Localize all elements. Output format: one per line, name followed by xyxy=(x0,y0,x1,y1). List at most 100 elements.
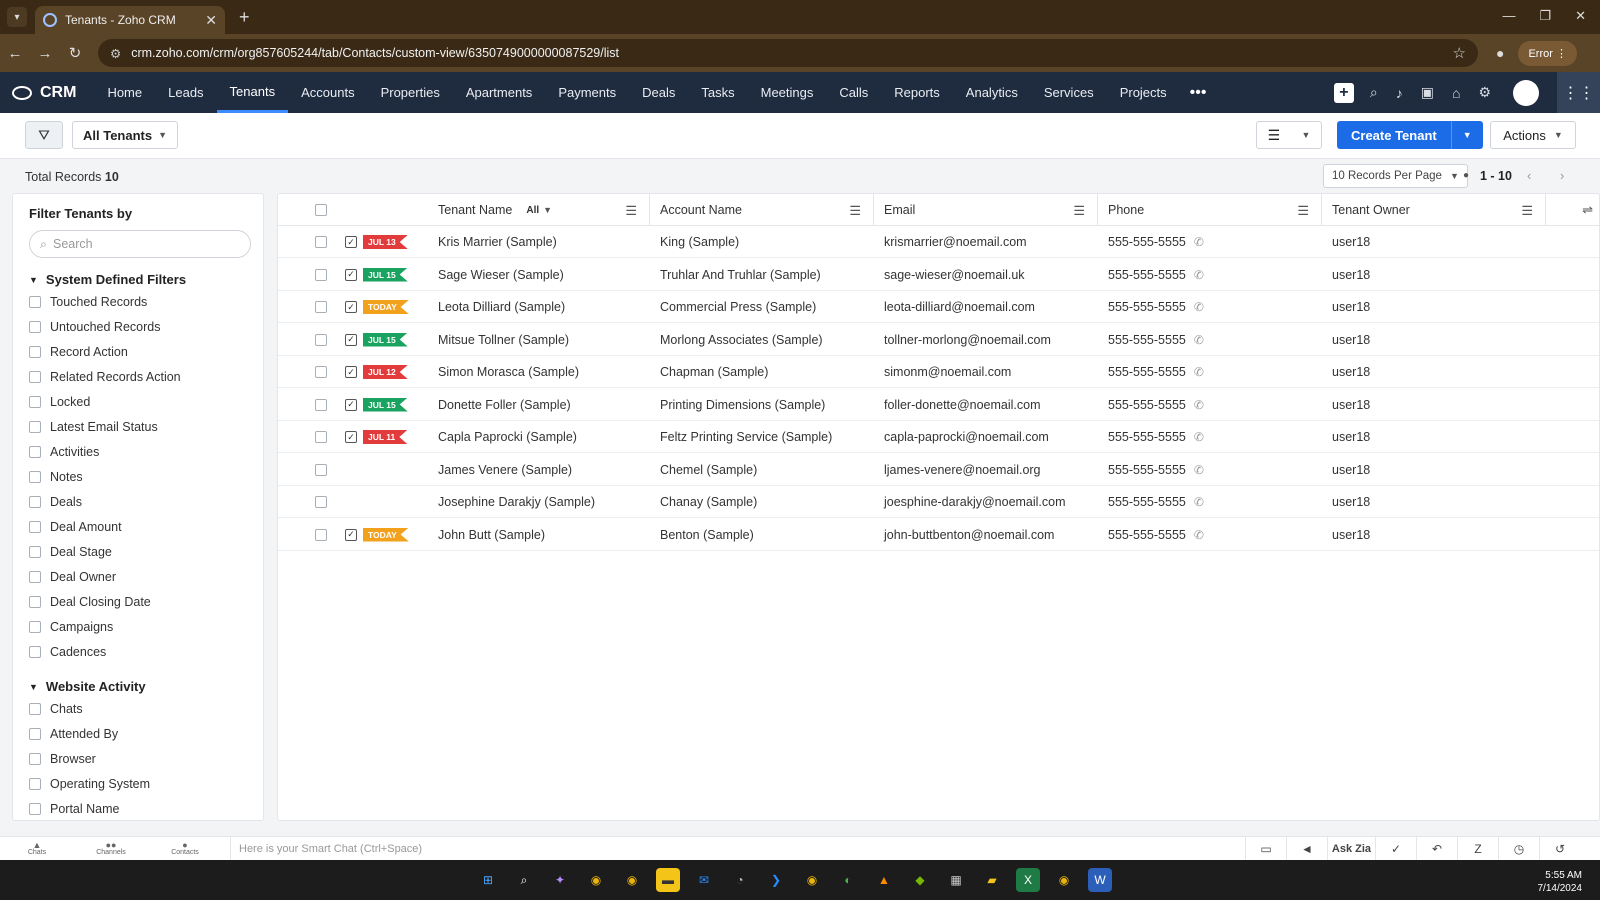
phone-call-icon[interactable]: ✆ xyxy=(1194,235,1204,249)
tenant-name-link[interactable]: Josephine Darakjy (Sample) xyxy=(438,486,595,518)
checkbox[interactable] xyxy=(29,296,41,308)
chat-tab-channels[interactable]: ●● Channels xyxy=(74,840,148,857)
announcement-icon[interactable]: ◄ xyxy=(1286,836,1327,861)
tenant-name-link[interactable]: Leota Dilliard (Sample) xyxy=(438,291,565,323)
phone-number[interactable]: 555-555-5555 xyxy=(1108,430,1186,444)
profile-icon[interactable]: ● xyxy=(1496,45,1504,61)
checkbox[interactable] xyxy=(29,646,41,658)
nav-analytics[interactable]: Analytics xyxy=(953,72,1031,113)
custom-view-select[interactable]: All Tenants ▼ xyxy=(72,121,179,149)
nav-deals[interactable]: Deals xyxy=(629,72,688,113)
phone-call-icon[interactable]: ✆ xyxy=(1194,528,1204,542)
filter-related-records-action[interactable]: Related Records Action xyxy=(29,370,181,384)
filter-operating-system[interactable]: Operating System xyxy=(29,777,150,791)
calendar-icon[interactable]: ▣ xyxy=(1421,84,1434,101)
email-link[interactable]: john-buttbenton@noemail.com xyxy=(884,519,1054,551)
create-tenant-button[interactable]: Create Tenant xyxy=(1337,121,1451,149)
nav-calls[interactable]: Calls xyxy=(826,72,881,113)
row-checkbox[interactable] xyxy=(315,463,327,476)
nav-home[interactable]: Home xyxy=(94,72,155,113)
photos-icon[interactable]: ◐ xyxy=(836,868,860,892)
nav-projects[interactable]: Projects xyxy=(1107,72,1180,113)
check-icon[interactable]: ✓ xyxy=(1375,836,1416,861)
filter-record-action[interactable]: Record Action xyxy=(29,345,128,359)
table-row[interactable]: ✓ TODAY Leota Dilliard (Sample) Commercial … xyxy=(278,291,1599,323)
crm-logo[interactable]: CRM xyxy=(12,84,76,102)
phone-call-icon[interactable]: ✆ xyxy=(1194,398,1204,412)
vlc-icon[interactable]: ▲ xyxy=(872,868,896,892)
phone-call-icon[interactable]: ✆ xyxy=(1194,463,1204,477)
filter-cadences[interactable]: Cadences xyxy=(29,645,106,659)
table-row[interactable]: ✓ JUL 15 Donette Foller (Sample) Printing D… xyxy=(278,389,1599,421)
phone-number[interactable]: 555-555-5555 xyxy=(1108,300,1186,314)
email-link[interactable]: capla-paprocki@noemail.com xyxy=(884,421,1049,453)
open-task-icon[interactable]: ✓ xyxy=(345,398,357,411)
filter-deal-stage[interactable]: Deal Stage xyxy=(29,545,112,559)
column-menu-icon[interactable]: ☰ xyxy=(1297,203,1309,219)
filter-search-input[interactable]: ⌕ Search xyxy=(29,230,251,258)
checkbox[interactable] xyxy=(29,571,41,583)
tab-search-icon[interactable]: ▾ xyxy=(7,7,27,27)
account-name-link[interactable]: Commercial Press (Sample) xyxy=(660,291,816,323)
phone-number[interactable]: 555-555-5555 xyxy=(1108,398,1186,412)
url-bar[interactable]: ⚙ crm.zoho.com/crm/org857605244/tab/Cont… xyxy=(98,39,1478,67)
table-row[interactable]: ✓ JUL 15 Mitsue Tollner (Sample) Morlong As… xyxy=(278,324,1599,356)
column-menu-icon[interactable]: ☰ xyxy=(1073,203,1085,219)
sticky-notes-icon[interactable]: ▬ xyxy=(656,868,680,892)
phone-call-icon[interactable]: ✆ xyxy=(1194,495,1204,509)
prev-page-icon[interactable]: ‹ xyxy=(1527,168,1531,183)
next-page-icon[interactable]: › xyxy=(1560,168,1564,183)
website-activity-group[interactable]: ▼ Website Activity xyxy=(29,679,146,694)
clock-app-icon[interactable]: ◔ xyxy=(728,868,752,892)
checkbox[interactable] xyxy=(29,396,41,408)
reload-icon[interactable]: ↻ xyxy=(60,44,90,62)
checkbox[interactable] xyxy=(29,496,41,508)
phone-call-icon[interactable]: ✆ xyxy=(1194,268,1204,282)
undo-icon[interactable]: ↶ xyxy=(1416,836,1457,861)
nav-leads[interactable]: Leads xyxy=(155,72,216,113)
phone-number[interactable]: 555-555-5555 xyxy=(1108,333,1186,347)
row-checkbox[interactable] xyxy=(315,236,327,248)
nav-apartments[interactable]: Apartments xyxy=(453,72,545,113)
row-checkbox[interactable] xyxy=(315,398,327,411)
phone-number[interactable]: 555-555-5555 xyxy=(1108,495,1186,509)
user-avatar[interactable] xyxy=(1513,79,1539,106)
checkbox[interactable] xyxy=(29,446,41,458)
open-task-icon[interactable]: ✓ xyxy=(345,431,357,443)
email-link[interactable]: leota-dilliard@noemail.com xyxy=(884,291,1035,323)
checkbox[interactable] xyxy=(29,346,41,358)
table-row[interactable]: ✓ TODAY John Butt (Sample) Benton (Sample) j… xyxy=(278,519,1599,551)
checkbox[interactable] xyxy=(29,753,41,765)
zia-icon[interactable]: Z xyxy=(1457,836,1498,861)
checkbox[interactable] xyxy=(29,421,41,433)
tenant-name-link[interactable]: John Butt (Sample) xyxy=(438,519,545,551)
list-view-switcher[interactable]: ☰ ▼ xyxy=(1256,121,1322,149)
nvidia-icon[interactable]: ◆ xyxy=(908,868,932,892)
checkbox[interactable] xyxy=(29,521,41,533)
checkbox[interactable] xyxy=(29,321,41,333)
alarm-clock-icon[interactable]: ◷ xyxy=(1498,836,1539,861)
chrome-alt-icon[interactable]: ◉ xyxy=(800,868,824,892)
select-all-checkbox[interactable] xyxy=(315,204,327,216)
account-name-link[interactable]: Chapman (Sample) xyxy=(660,356,768,388)
row-checkbox[interactable] xyxy=(315,366,327,378)
checkbox[interactable] xyxy=(29,803,41,815)
filter-untouched-records[interactable]: Untouched Records xyxy=(29,320,160,334)
open-task-icon[interactable]: ✓ xyxy=(345,236,357,248)
row-checkbox[interactable] xyxy=(315,431,327,443)
phone-number[interactable]: 555-555-5555 xyxy=(1108,528,1186,542)
account-name-link[interactable]: Chanay (Sample) xyxy=(660,486,757,518)
system-clock[interactable]: 5:55 AM 7/14/2024 xyxy=(1538,869,1583,895)
vscode-icon[interactable]: ❯ xyxy=(764,868,788,892)
checkbox[interactable] xyxy=(29,728,41,740)
history-icon[interactable]: ↺ xyxy=(1539,836,1580,861)
column-menu-icon[interactable]: ☰ xyxy=(1521,203,1533,219)
row-checkbox[interactable] xyxy=(315,268,327,281)
actions-button[interactable]: Actions ▼ xyxy=(1490,121,1576,149)
column-email[interactable]: Email ☰ xyxy=(874,194,1098,226)
chrome-active-icon[interactable]: ◉ xyxy=(1052,868,1076,892)
table-row[interactable]: Josephine Darakjy (Sample) Chanay (Sample… xyxy=(278,486,1599,518)
checkbox[interactable] xyxy=(29,471,41,483)
column-menu-icon[interactable]: ☰ xyxy=(625,203,637,219)
phone-number[interactable]: 555-555-5555 xyxy=(1108,268,1186,282)
